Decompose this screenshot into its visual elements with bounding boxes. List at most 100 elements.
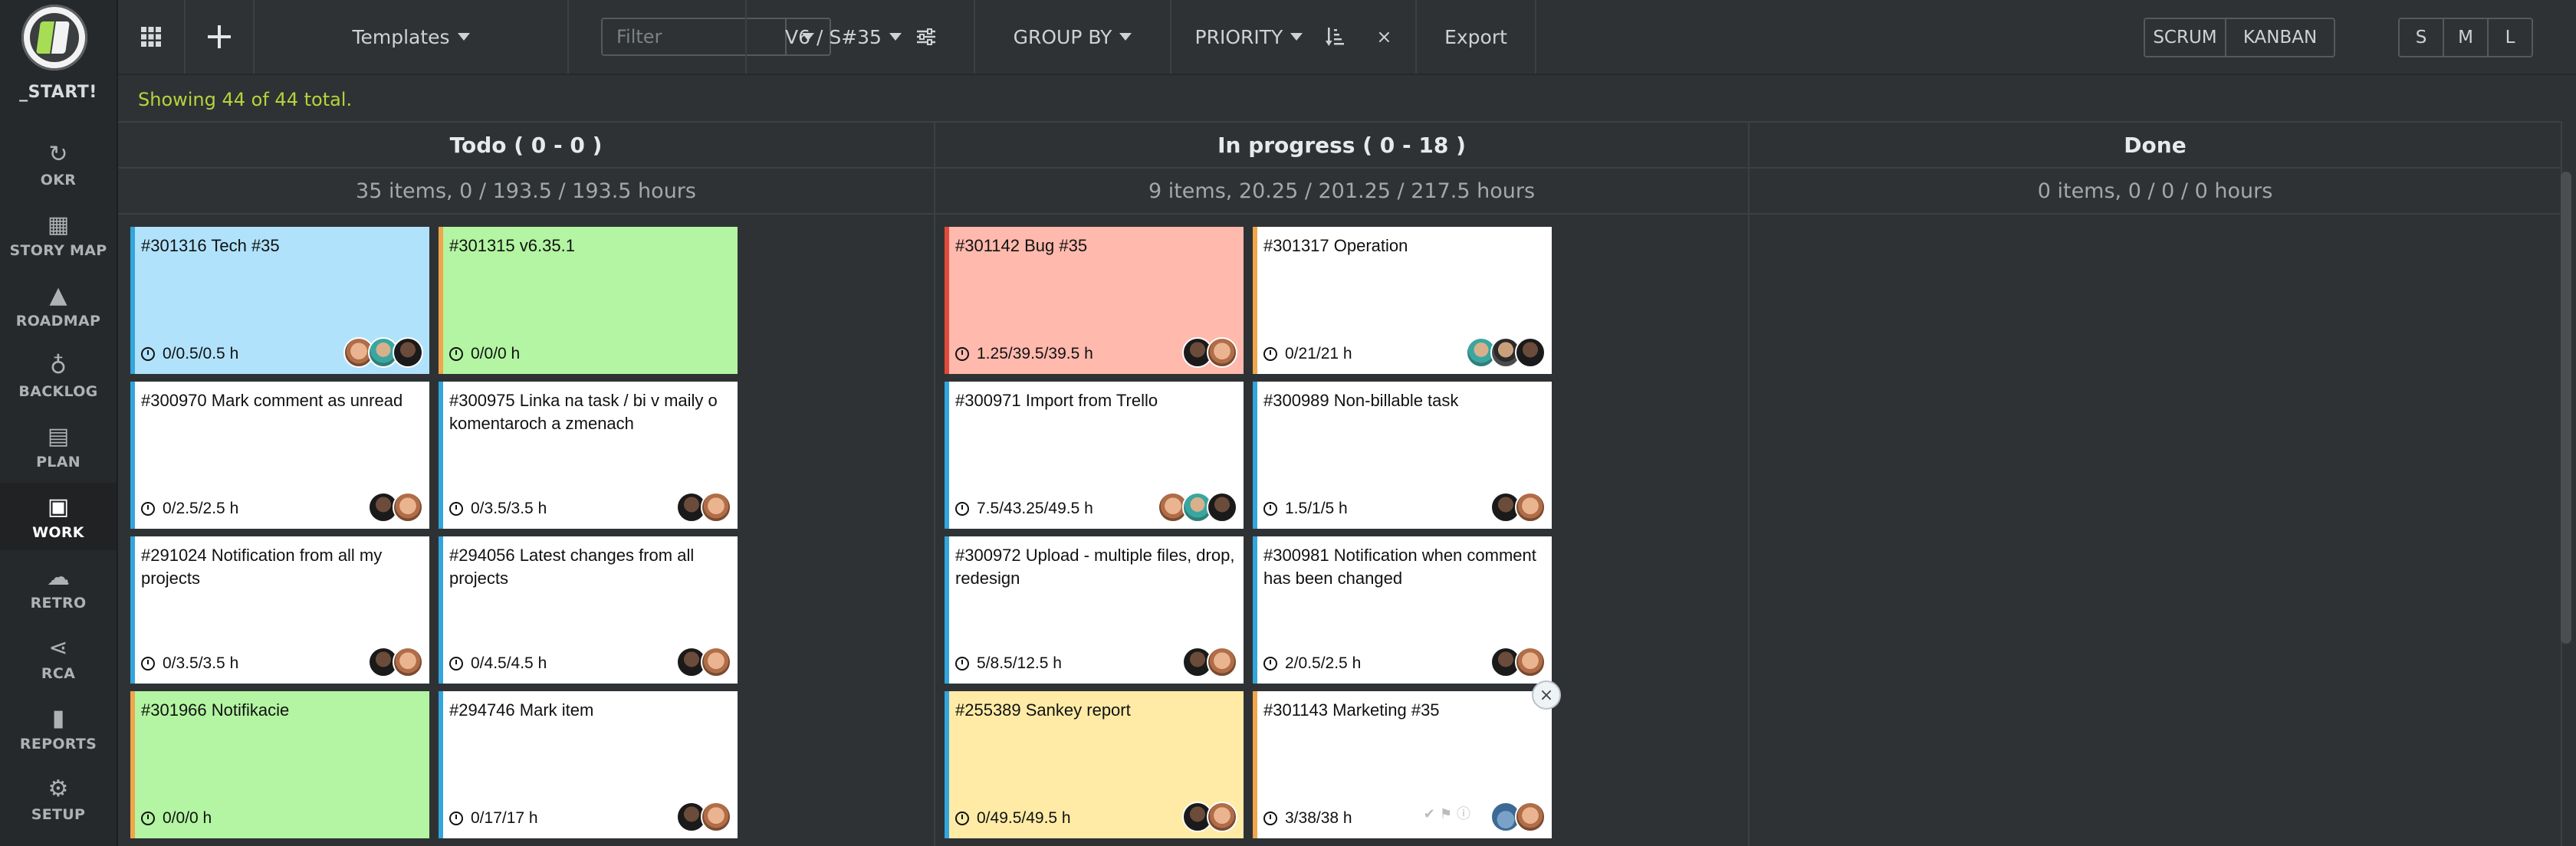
task-card[interactable]: #301142 Bug #35 1.25/39.5/39.5 h xyxy=(945,227,1244,374)
column-done: Done 0 items, 0 / 0 / 0 hours xyxy=(1750,121,2562,846)
task-title: #300981 Notification when comment has be… xyxy=(1263,546,1536,588)
column-title: Done xyxy=(1750,121,2561,169)
assignee-avatars xyxy=(676,492,731,523)
task-title: #301966 Notifikacie xyxy=(141,700,290,720)
export-button[interactable]: Export xyxy=(1417,0,1536,74)
sidebar-item-setup[interactable]: ⚙ SETUP xyxy=(0,765,117,832)
task-time: 0/3.5/3.5 h xyxy=(141,654,238,673)
task-card[interactable]: #300975 Linka na task / bi v maily o kom… xyxy=(439,382,738,529)
task-title: #294746 Mark item xyxy=(449,700,594,720)
task-card[interactable]: #300981 Notification when comment has be… xyxy=(1253,536,1552,684)
sidebar-item-story-map[interactable]: ▦ STORY MAP xyxy=(0,201,117,268)
avatar[interactable] xyxy=(1515,492,1546,523)
sprint-selector[interactable]: V6 / S#35 xyxy=(745,0,975,74)
app-logo[interactable] xyxy=(21,5,87,70)
chevron-down-icon xyxy=(1290,33,1303,41)
assignee-avatars xyxy=(1466,337,1546,368)
assignee-avatars xyxy=(1490,492,1546,523)
task-card[interactable]: #301315 v6.35.1 0/0/0 h xyxy=(439,227,738,374)
task-time: 0/0/0 h xyxy=(141,809,212,828)
clear-sort-icon[interactable]: × xyxy=(1376,26,1392,48)
size-s-button[interactable]: S xyxy=(2400,19,2444,56)
task-time: 0/0/0 h xyxy=(449,345,520,363)
task-time: 0/0.5/0.5 h xyxy=(141,345,238,363)
clock-icon xyxy=(449,657,463,671)
avatar[interactable] xyxy=(1515,802,1546,832)
task-title: #300971 Import from Trello xyxy=(955,391,1158,410)
assignee-avatars xyxy=(1490,802,1546,832)
sliders-icon[interactable] xyxy=(916,28,935,45)
task-card[interactable]: #291024 Notification from all my project… xyxy=(130,536,429,684)
briefcase-icon: ▣ xyxy=(47,494,70,520)
column-summary: 35 items, 0 / 193.5 / 193.5 hours xyxy=(118,169,934,215)
item-count-status: Showing 44 of 44 total. xyxy=(138,89,353,110)
task-hours: 0/2.5/2.5 h xyxy=(163,500,239,517)
assignee-avatars xyxy=(676,802,731,832)
task-card[interactable]: #301317 Operation 0/21/21 h xyxy=(1253,227,1552,374)
apps-grid-button[interactable] xyxy=(118,0,186,74)
sidebar-item-plan[interactable]: ▤ PLAN xyxy=(0,412,117,480)
avatar[interactable] xyxy=(393,492,423,523)
avatar[interactable] xyxy=(1515,337,1546,368)
sidebar-item-reports[interactable]: ▮ REPORTS xyxy=(0,694,117,762)
group-by-dropdown[interactable]: GROUP BY xyxy=(975,0,1171,74)
task-card[interactable]: #300972 Upload - multiple files, drop, r… xyxy=(945,536,1244,684)
avatar[interactable] xyxy=(701,647,731,677)
avatar[interactable] xyxy=(1207,492,1237,523)
avatar[interactable] xyxy=(701,802,731,832)
clock-icon xyxy=(141,502,155,516)
sidebar-item-label: SETUP xyxy=(31,806,86,823)
task-time: 0/49.5/49.5 h xyxy=(955,809,1071,828)
task-time: 0/3.5/3.5 h xyxy=(449,500,547,518)
priority-sort[interactable]: PRIORITY × xyxy=(1171,0,1417,74)
clock-icon xyxy=(1263,657,1277,671)
sort-ascending-icon[interactable] xyxy=(1326,28,1345,46)
scrum-mode-button[interactable]: SCRUM xyxy=(2145,19,2226,56)
task-card[interactable]: #301316 Tech #35 0/0.5/0.5 h xyxy=(130,227,429,374)
assignee-avatars xyxy=(1158,492,1237,523)
task-title: #300972 Upload - multiple files, drop, r… xyxy=(955,546,1235,588)
task-hours: 7.5/43.25/49.5 h xyxy=(977,500,1093,517)
sidebar-item-work[interactable]: ▣ WORK xyxy=(0,483,117,550)
task-card[interactable]: #294746 Mark item 0/17/17 h xyxy=(439,691,738,838)
task-card[interactable]: #255389 Sankey report 0/49.5/49.5 h xyxy=(945,691,1244,838)
size-m-button[interactable]: M xyxy=(2444,19,2489,56)
task-title: #291024 Notification from all my project… xyxy=(141,546,383,588)
card-status-icons: ✔⚑ⓘ xyxy=(1423,806,1475,822)
avatar[interactable] xyxy=(393,647,423,677)
sidebar-item-okr[interactable]: ↻ OKR xyxy=(0,130,117,198)
column-summary: 0 items, 0 / 0 / 0 hours xyxy=(1750,169,2561,215)
start-link[interactable]: _START! xyxy=(0,83,117,102)
close-card-icon[interactable]: × xyxy=(1532,680,1561,710)
assignee-avatars xyxy=(676,647,731,677)
avatar[interactable] xyxy=(1207,337,1237,368)
add-button[interactable] xyxy=(186,0,255,74)
task-card[interactable]: #294056 Latest changes from all projects… xyxy=(439,536,738,684)
task-hours: 0/0/0 h xyxy=(471,345,521,362)
vertical-scrollbar[interactable] xyxy=(2561,172,2571,644)
task-time: 1.25/39.5/39.5 h xyxy=(955,345,1093,363)
task-card[interactable]: #300971 Import from Trello 7.5/43.25/49.5… xyxy=(945,382,1244,529)
sidebar-item-backlog[interactable]: ♁ BACKLOG xyxy=(0,342,117,409)
kanban-mode-button[interactable]: KANBAN xyxy=(2226,19,2334,56)
avatar[interactable] xyxy=(701,492,731,523)
task-card[interactable]: #301143 Marketing #35 3/38/38 h ✔⚑ⓘ xyxy=(1253,691,1552,838)
task-card[interactable]: #300970 Mark comment as unread 0/2.5/2.5 … xyxy=(130,382,429,529)
gear-icon: ⚙ xyxy=(48,776,69,802)
card-size-toggle: S M L xyxy=(2398,18,2533,57)
task-hours: 3/38/38 h xyxy=(1285,809,1352,827)
sidebar-item-rca[interactable]: ⋖ RCA xyxy=(0,624,117,691)
sidebar-item-retro[interactable]: ☁ RETRO xyxy=(0,553,117,621)
task-card[interactable]: #300989 Non-billable task 1.5/1/5 h xyxy=(1253,382,1552,529)
avatar[interactable] xyxy=(1207,802,1237,832)
sidebar: _START! ↻ OKR ▦ STORY MAP ▲ ROADMAP ♁ BACKLOG ▤ P… xyxy=(0,0,118,846)
templates-dropdown[interactable]: Templates xyxy=(255,0,569,74)
avatar[interactable] xyxy=(1207,647,1237,677)
task-card[interactable]: #301966 Notifikacie 0/0/0 h xyxy=(130,691,429,838)
avatar[interactable] xyxy=(1515,647,1546,677)
size-l-button[interactable]: L xyxy=(2489,19,2532,56)
sidebar-item-label: REPORTS xyxy=(19,736,97,753)
sidebar-item-roadmap[interactable]: ▲ ROADMAP xyxy=(0,271,117,339)
task-time: 0/2.5/2.5 h xyxy=(141,500,238,518)
avatar[interactable] xyxy=(393,337,423,368)
